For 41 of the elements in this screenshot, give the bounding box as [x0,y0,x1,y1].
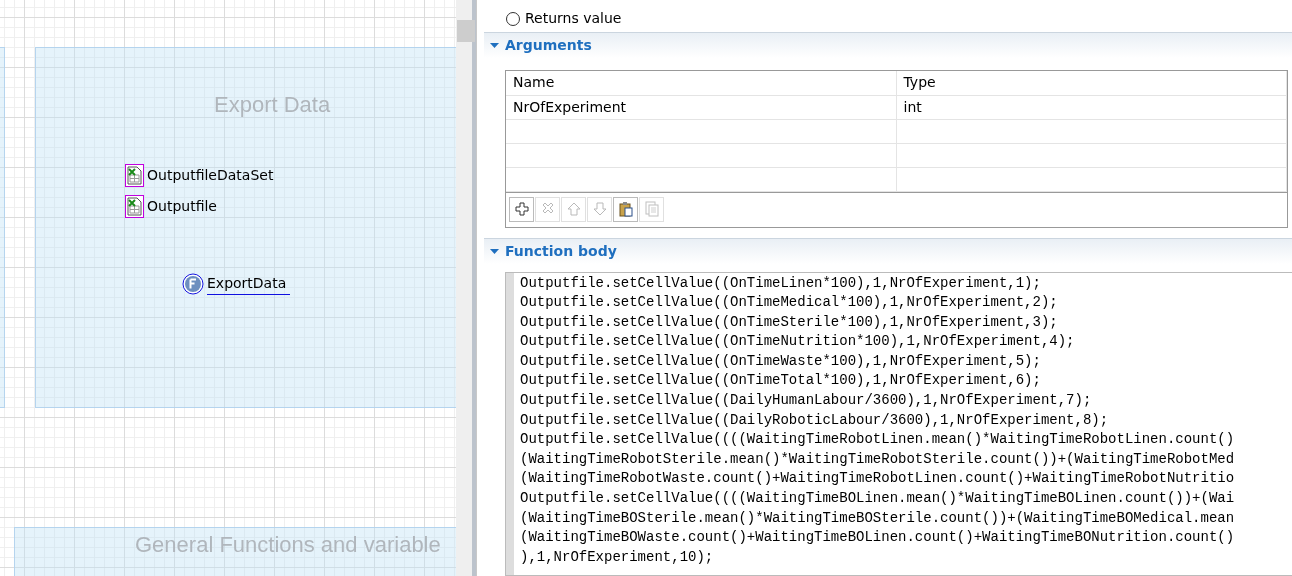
function-label[interactable]: ExportData [207,273,291,295]
code-line: Outputfile.setCellValue((OnTimeMedical*100),1,NrOfExperiment,2); [520,293,1059,313]
arrow-down-icon [591,201,608,217]
region-title: Export Data [214,91,331,119]
code-line: (WaitingTimeBOWaste.count()+WaitingTimeBOLinen.count()+WaitingTimeBONutrition.count() [520,528,1235,548]
section-title: Arguments [505,36,592,55]
add-icon [513,201,530,217]
code-line: Outputfile.setCellValue((((WaitingTimeRobotLinen.mean()*WaitingTimeRobotLinen.count() [520,430,1235,450]
scrollbar-thumb[interactable] [457,20,475,42]
arrow-up-icon [565,201,582,217]
table-cell[interactable]: NrOfExperiment [506,95,896,119]
excel-file-icon[interactable] [125,164,144,187]
code-line: ),1,NrOfExperiment,10); [520,547,715,567]
scrollbar[interactable] [456,0,476,576]
code-line: Outputfile.setCellValue((((WaitingTimeBOLinen.mean()*WaitingTimeBOLinen.count())+(Wai [520,489,1235,509]
code-line: (WaitingTimeRobotSterile.mean()*WaitingTimeRobotSterile.count())+(WaitingTimeRobotMed [520,449,1235,469]
radio-button[interactable] [506,11,520,26]
excel-file-icon[interactable] [125,195,144,218]
code-line: Outputfile.setCellValue((OnTimeWaste*100),1,NrOfExperiment,5); [520,351,1042,371]
table-cell[interactable]: int [896,95,1287,119]
code-line: Outputfile.setCellValue((OnTimeNutrition*100),1,NrOfExperiment,4); [520,332,1076,352]
code-editor[interactable] [505,271,1292,576]
code-line: Outputfile.setCellValue((OnTimeTotal*100),1,NrOfExperiment,6); [520,371,1042,391]
code-line: Outputfile.setCellValue((OnTimeSterile*100),1,NrOfExperiment,3); [520,312,1059,332]
region-title: General Functions and variable [135,531,441,559]
object-label[interactable]: OutputfileDataSet [147,165,274,186]
code-line: Outputfile.setCellValue((DailyRoboticLabour/3600),1,NrOfExperiment,8); [520,410,1110,430]
document-icon [643,201,660,217]
toolbar-button[interactable] [613,196,638,222]
column-header: Name [506,71,896,95]
code-line: Outputfile.setCellValue((OnTimeLinen*100),1,NrOfExperiment,1); [520,273,1042,293]
radio-label[interactable]: Returns value [525,8,622,29]
column-header: Type [896,71,1287,95]
function-icon [182,273,204,295]
toolbar-button[interactable] [509,196,534,222]
code-line: Outputfile.setCellValue((DailyHumanLabour/3600),1,NrOfExperiment,7); [520,391,1093,411]
section-title: Function body [505,241,617,261]
object-label[interactable]: Outputfile [147,196,217,217]
code-line: (WaitingTimeBOSterile.mean()*WaitingTimeBOSterile.count())+(WaitingTimeBOMedical.mean [520,508,1235,528]
clipboard-icon [617,201,634,217]
code-line: (WaitingTimeRobotWaste.count()+WaitingTimeRobotLinen.count()+WaitingTimeRobotNutritio [520,469,1235,489]
